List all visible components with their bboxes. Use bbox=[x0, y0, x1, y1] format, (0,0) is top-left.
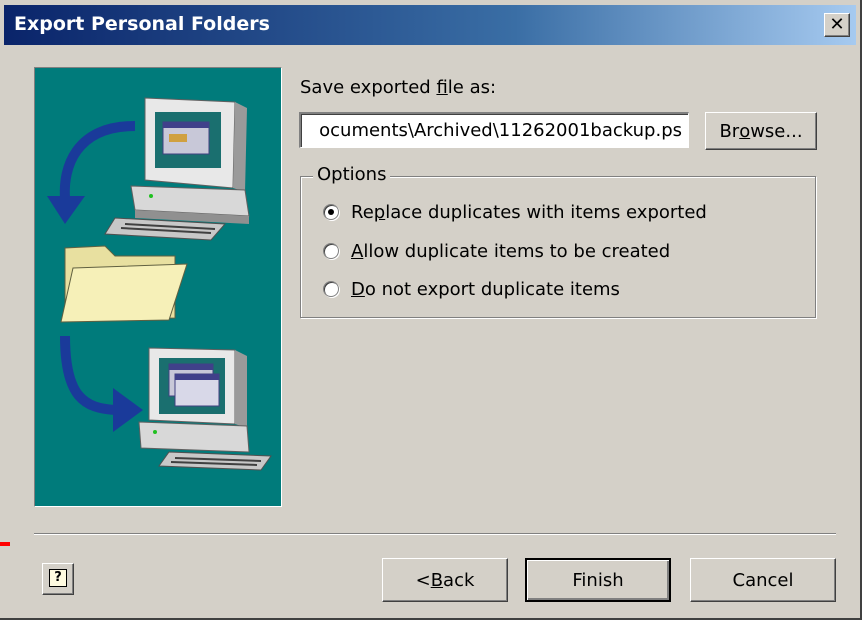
back-button[interactable]: < Back bbox=[382, 558, 508, 602]
footer-separator bbox=[34, 533, 836, 535]
cancel-button[interactable]: Cancel bbox=[690, 558, 836, 602]
export-path-value: ocuments\Archived\11262001backup.ps bbox=[319, 120, 682, 141]
finish-button[interactable]: Finish bbox=[525, 558, 671, 602]
edge-marker bbox=[0, 542, 10, 546]
option-replace-duplicates[interactable]: Replace duplicates with items exported bbox=[323, 199, 707, 225]
option-label: Allow duplicate items to be created bbox=[351, 240, 671, 262]
option-label: Replace duplicates with items exported bbox=[351, 201, 707, 223]
wizard-illustration bbox=[34, 67, 282, 507]
radio-button[interactable] bbox=[323, 243, 339, 259]
title-bar: Export Personal Folders ✕ bbox=[4, 5, 856, 45]
export-illustration bbox=[47, 97, 272, 471]
option-do-not-export-duplicates[interactable]: Do not export duplicate items bbox=[323, 276, 620, 302]
close-button[interactable]: ✕ bbox=[824, 13, 850, 37]
option-allow-duplicates[interactable]: Allow duplicate items to be created bbox=[323, 238, 670, 264]
arrow-icon bbox=[47, 121, 136, 224]
options-group: Options Replace duplicates with items ex… bbox=[300, 164, 816, 318]
radio-button[interactable] bbox=[323, 204, 339, 220]
help-icon: ? bbox=[49, 569, 67, 587]
close-icon: ✕ bbox=[829, 14, 845, 35]
export-path-input[interactable]: ocuments\Archived\11262001backup.ps bbox=[299, 112, 689, 148]
radio-button[interactable] bbox=[323, 281, 339, 297]
radio-selected-dot bbox=[328, 209, 334, 215]
browse-button[interactable]: Br o wse... bbox=[705, 112, 817, 150]
help-button[interactable]: ? bbox=[42, 563, 74, 595]
option-label: Do not export duplicate items bbox=[351, 278, 620, 300]
export-dialog: Export Personal Folders ✕ Save exported … bbox=[0, 0, 862, 620]
folder-icon bbox=[60, 245, 188, 323]
options-legend: Options bbox=[313, 164, 391, 185]
dialog-title: Export Personal Folders bbox=[14, 13, 270, 35]
computer-icon bbox=[104, 97, 250, 241]
arrow-icon bbox=[60, 335, 143, 432]
computer-icon bbox=[138, 347, 272, 471]
save-as-label: Save exported file as: bbox=[300, 77, 497, 98]
